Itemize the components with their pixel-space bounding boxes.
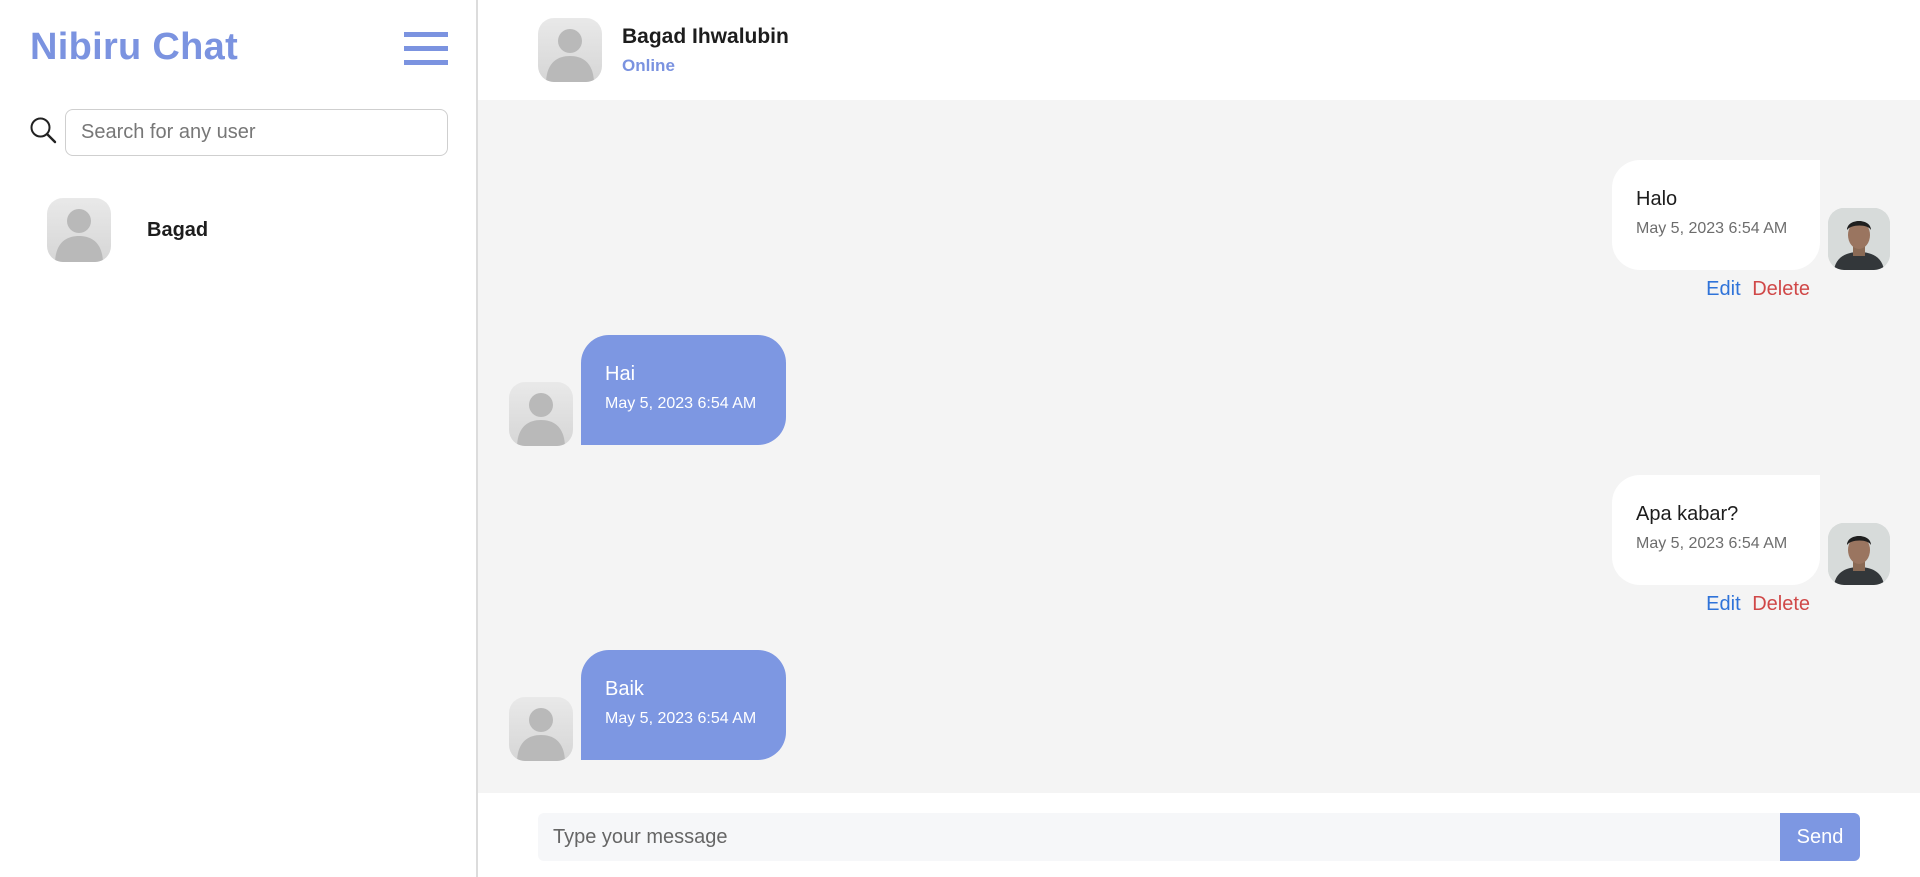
chat-app: Nibiru Chat Bagad Bagad Ihwalubin Online [0, 0, 1920, 877]
default-avatar-icon [538, 18, 602, 82]
message-text: Halo [1636, 188, 1678, 210]
menu-icon[interactable] [404, 32, 448, 66]
user-list-item-name: Bagad [147, 218, 209, 241]
user-list-item[interactable]: Bagad [28, 190, 448, 270]
default-avatar-icon [47, 198, 111, 262]
message-actions: Edit Delete [1706, 278, 1810, 301]
edit-message-button[interactable]: Edit [1706, 593, 1740, 615]
app-brand: Nibiru Chat [30, 26, 239, 68]
message-timestamp: May 5, 2023 6:54 AM [605, 395, 757, 412]
chat-partner-name: Bagad Ihwalubin [622, 24, 789, 48]
message-text: Hai [605, 363, 636, 385]
message-timestamp: May 5, 2023 6:54 AM [605, 710, 757, 727]
message-text: Baik [605, 678, 644, 700]
default-avatar-icon [509, 697, 573, 761]
outgoing-message: Apa kabar? May 5, 2023 6:54 AM [1612, 475, 1820, 585]
chat-partner-status: Online [622, 55, 675, 75]
chat-panel: Bagad Ihwalubin Online Halo May 5, 2023 … [478, 0, 1920, 877]
incoming-message: Baik May 5, 2023 6:54 AM [581, 650, 786, 760]
message-input[interactable] [538, 813, 1780, 861]
message-composer: Send [478, 793, 1920, 877]
incoming-message: Hai May 5, 2023 6:54 AM [581, 335, 786, 445]
chat-header: Bagad Ihwalubin Online [478, 0, 1920, 100]
default-avatar-icon [509, 382, 573, 446]
user-search-input[interactable] [65, 109, 448, 156]
message-actions: Edit Delete [1706, 593, 1810, 616]
delete-message-button[interactable]: Delete [1752, 593, 1810, 615]
user-photo-avatar [1828, 523, 1890, 585]
sidebar: Nibiru Chat Bagad [0, 0, 478, 877]
message-timestamp: May 5, 2023 6:54 AM [1636, 220, 1788, 237]
outgoing-message: Halo May 5, 2023 6:54 AM [1612, 160, 1820, 270]
edit-message-button[interactable]: Edit [1706, 278, 1740, 300]
send-button[interactable]: Send [1780, 813, 1860, 861]
user-photo-avatar [1828, 208, 1890, 270]
message-timestamp: May 5, 2023 6:54 AM [1636, 535, 1788, 552]
search-icon [30, 117, 57, 144]
delete-message-button[interactable]: Delete [1752, 278, 1810, 300]
message-text: Apa kabar? [1636, 503, 1739, 525]
